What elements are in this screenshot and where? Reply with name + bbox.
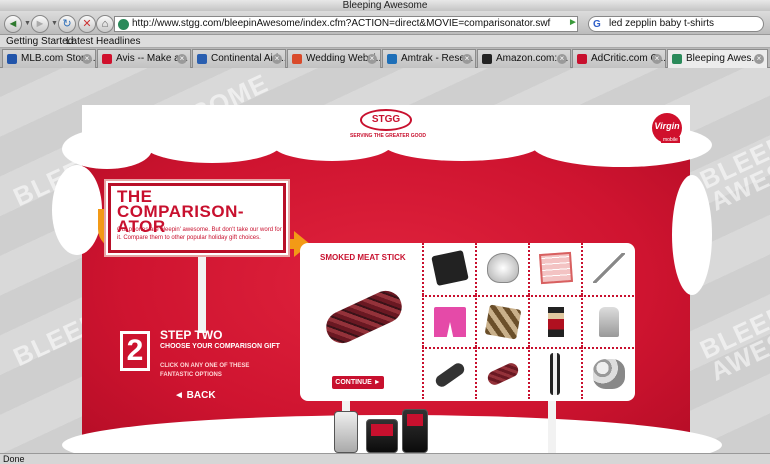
pink-shorts-icon xyxy=(434,307,466,337)
step-title: STEP TWO xyxy=(160,328,223,342)
virgin-mobile-label: mobile xyxy=(661,137,680,143)
gift-option[interactable] xyxy=(581,243,634,295)
tab-amtrak[interactable]: Amtrak - Rese... × xyxy=(382,49,476,68)
step-instructions: CLICK ON ANY ONE OF THESE FANTASTIC OPTI… xyxy=(160,363,250,378)
tab-label: Bleeping Awes... xyxy=(686,53,760,64)
gift-option[interactable] xyxy=(475,295,528,347)
meat-stick-icon xyxy=(485,360,521,388)
window-title: Bleeping Awesome xyxy=(0,0,770,11)
tab-bleeping-awesome[interactable]: Bleeping Awes... × xyxy=(667,49,768,68)
gift-option[interactable] xyxy=(581,347,634,399)
status-bar: Done xyxy=(0,453,770,464)
gift-option[interactable] xyxy=(581,295,634,347)
avis-favicon-icon xyxy=(102,54,112,64)
gift-option[interactable] xyxy=(422,243,475,295)
gift-option[interactable] xyxy=(475,243,528,295)
argyle-socks-icon xyxy=(484,304,522,340)
potpourri-icon xyxy=(593,359,625,389)
step-number: 2 xyxy=(120,331,150,371)
tab-adcritic[interactable]: AdCritic.com C... × xyxy=(572,49,666,68)
navigation-toolbar: ◄ ▼ ► ▼ ↻ ✕ ⌂ http://www.stgg.com/bleepi… xyxy=(0,11,770,35)
search-text: led zepplin baby t-shirts xyxy=(609,18,715,29)
comparison-panel: SMOKED MEAT STICK CONTINUE ► xyxy=(300,243,635,401)
chevron-down-icon[interactable]: ▼ xyxy=(24,20,31,27)
forward-arrow-icon[interactable]: ► xyxy=(31,15,49,33)
bleeping-favicon-icon xyxy=(672,54,682,64)
continue-button[interactable]: CONTINUE ► xyxy=(332,376,384,389)
home-icon[interactable]: ⌂ xyxy=(96,15,114,33)
calculator-icon xyxy=(431,250,469,286)
gift-options-grid xyxy=(422,243,635,401)
gift-option[interactable] xyxy=(528,243,581,295)
nutcracker-icon xyxy=(548,307,564,337)
close-icon[interactable]: × xyxy=(754,54,764,64)
tab-wedding[interactable]: Wedding Websi... × xyxy=(287,49,381,68)
close-icon[interactable]: × xyxy=(272,54,282,64)
continental-favicon-icon xyxy=(197,54,207,64)
amtrak-favicon-icon xyxy=(387,54,397,64)
close-icon[interactable]: × xyxy=(367,54,377,64)
vacuum-icon xyxy=(599,307,619,337)
panel-post xyxy=(548,401,556,453)
phone-image[interactable] xyxy=(334,411,358,453)
tab-avis[interactable]: Avis -- Make a... × xyxy=(97,49,191,68)
adcritic-favicon-icon xyxy=(577,54,587,64)
bookmark-latest-headlines[interactable]: Latest Headlines xyxy=(66,35,141,48)
tab-mlb[interactable]: MLB.com Store... × xyxy=(2,49,96,68)
meat-stick-image xyxy=(320,285,408,349)
bookmarks-bar: Getting Started Latest Headlines xyxy=(0,35,770,48)
sign-description: Our phones are bleepin' awesome. But don… xyxy=(117,227,282,241)
url-input[interactable]: http://www.stgg.com/bleepinAwesome/index… xyxy=(114,16,578,32)
amazon-favicon-icon xyxy=(482,54,492,64)
gift-option[interactable] xyxy=(528,347,581,399)
close-icon[interactable]: × xyxy=(462,54,472,64)
google-search-icon[interactable]: G xyxy=(593,18,601,31)
flash-stage: STGG SERVING THE GREATER GOOD Virgin mob… xyxy=(52,105,722,453)
gift-option[interactable] xyxy=(422,347,475,399)
stop-icon[interactable]: ✕ xyxy=(78,15,96,33)
hair-trimmer-icon xyxy=(433,360,467,390)
sign-post xyxy=(198,253,206,333)
thermometer-icon xyxy=(550,353,560,395)
gift-option[interactable] xyxy=(475,347,528,399)
phone-image[interactable] xyxy=(366,419,398,453)
step-subtitle: CHOOSE YOUR COMPARISON GIFT xyxy=(160,343,280,350)
mlb-favicon-icon xyxy=(7,54,17,64)
phone-image[interactable] xyxy=(402,409,428,453)
close-icon[interactable]: × xyxy=(82,54,92,64)
wedding-favicon-icon xyxy=(292,54,302,64)
tab-continental[interactable]: Continental Airl... × xyxy=(192,49,286,68)
comparisonator-sign: THE COMPARISON-ATOR Our phones are bleep… xyxy=(108,183,286,253)
url-text: http://www.stgg.com/bleepinAwesome/index… xyxy=(132,18,551,29)
reacher-grabber-icon xyxy=(593,253,625,283)
tab-bar: MLB.com Store... × Avis -- Make a... × C… xyxy=(0,48,770,68)
tab-amazon[interactable]: Amazon.com: ... × xyxy=(477,49,571,68)
stgg-tagline: SERVING THE GREATER GOOD xyxy=(350,133,426,139)
chevron-down-icon[interactable]: ▼ xyxy=(51,20,58,27)
close-icon[interactable]: × xyxy=(557,54,567,64)
page-content: BLEEP IN AWESOME BLEEP IN AWESOME BLEEP … xyxy=(0,68,770,453)
gift-option[interactable] xyxy=(528,295,581,347)
watermark-text: BLEEP IN AWESOME xyxy=(695,284,770,387)
back-button[interactable]: ◄ BACK xyxy=(174,390,216,401)
bookmark-getting-started[interactable]: Getting Started xyxy=(6,35,73,48)
salad-spinner-icon xyxy=(487,253,519,283)
site-favicon-icon xyxy=(118,19,129,30)
back-arrow-icon[interactable]: ◄ xyxy=(4,15,22,33)
gift-option[interactable] xyxy=(422,295,475,347)
search-input[interactable]: G led zepplin baby t-shirts xyxy=(588,16,764,32)
bingo-card-icon xyxy=(538,251,574,285)
stgg-logo[interactable]: STGG xyxy=(360,109,412,131)
selected-gift-label: SMOKED MEAT STICK xyxy=(320,253,406,262)
close-icon[interactable]: × xyxy=(177,54,187,64)
close-icon[interactable]: × xyxy=(652,54,662,64)
reload-icon[interactable]: ↻ xyxy=(58,15,76,33)
go-arrow-icon[interactable]: ► xyxy=(568,17,578,28)
